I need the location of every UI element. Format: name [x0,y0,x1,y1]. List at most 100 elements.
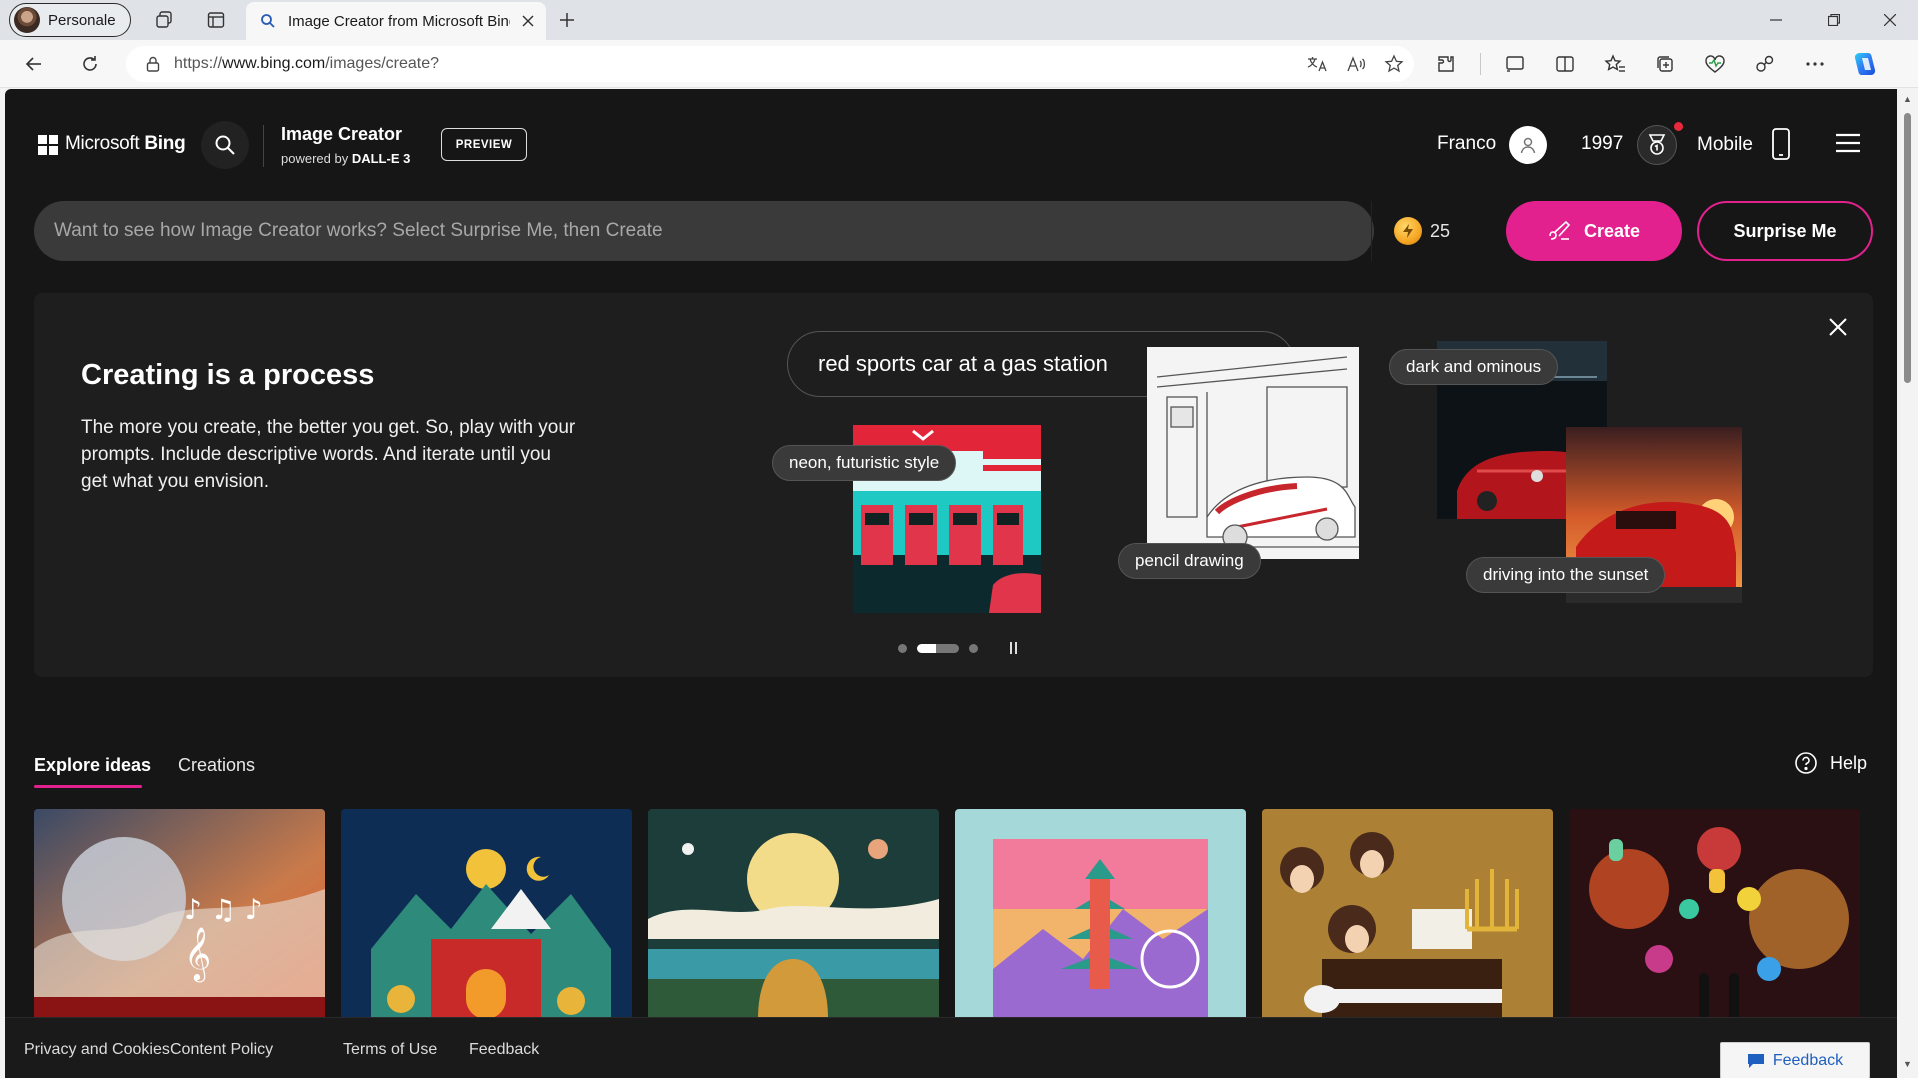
boosts-count: 25 [1430,220,1451,241]
page-scrollbar[interactable]: ▲ ▼ [1897,89,1918,1078]
close-card-icon[interactable] [1828,317,1848,337]
toolbar-separator [1480,53,1481,75]
help-button[interactable]: Help [1794,751,1867,775]
collections-icon[interactable] [1649,48,1681,80]
notification-dot [1674,122,1683,131]
card-title: Creating is a process [81,359,375,391]
refresh-icon [80,54,100,74]
lock-icon[interactable] [146,56,160,72]
workspaces-icon [154,10,174,30]
url-host: www.bing.com [222,55,326,72]
terms-of-use-link[interactable]: Terms of Use [343,1041,437,1059]
gallery-image-paper-pagoda[interactable] [955,809,1246,1019]
back-button[interactable] [16,48,52,80]
pause-icon[interactable] [1010,642,1017,654]
close-window-icon [1884,14,1896,26]
browser-tab-bar: Personale Image Creator from Microsoft B… [0,0,1918,40]
chip-dark-ominous: dark and ominous [1389,349,1559,385]
bing-image-creator-page: Microsoft Bing Image Creator powered by … [5,89,1897,1078]
chip-driving-sunset: driving into the sunset [1466,557,1666,593]
active-tab[interactable]: Image Creator from Microsoft Bing [246,2,546,40]
performance-icon[interactable] [1749,48,1781,80]
prompt-bar: 25 [34,201,1450,261]
profile-button[interactable]: Personale [9,3,131,37]
read-aloud-icon[interactable] [1346,55,1366,73]
scroll-down-icon[interactable]: ▼ [1902,1059,1913,1070]
site-header: Microsoft Bing Image Creator powered by … [5,89,1897,199]
url-path: /images/create? [325,55,440,72]
card-description: The more you create, the better you get.… [81,417,576,492]
mobile-phone-icon[interactable] [1771,127,1791,161]
carousel-indicator [898,642,1017,654]
favorite-star-icon[interactable] [1384,54,1404,74]
rewards-points[interactable]: 1997 [1581,133,1623,155]
boosts-counter[interactable]: 25 [1394,217,1450,245]
close-window-button[interactable] [1862,0,1918,40]
boost-coin-icon [1394,217,1422,245]
scroll-up-icon[interactable]: ▲ [1902,94,1913,105]
translate-icon[interactable] [1306,55,1328,73]
copilot-icon[interactable] [1849,48,1881,80]
carousel-dot-3[interactable] [969,643,978,653]
create-button[interactable]: Create [1506,201,1682,261]
header-divider [263,125,264,167]
gallery-image-felt-night-village[interactable] [341,809,632,1019]
restore-button[interactable] [1806,0,1862,40]
browser-essentials-icon[interactable] [1699,48,1731,80]
carousel-dot-1[interactable] [898,643,907,653]
gallery-image-art-nouveau-piano[interactable] [1262,809,1553,1019]
cast-icon[interactable] [1499,48,1531,80]
user-avatar[interactable] [1509,126,1547,164]
tab-title: Image Creator from Microsoft Bing [288,12,510,30]
subtitle-prefix: powered by [281,151,352,166]
more-options-icon[interactable] [1799,48,1831,80]
minimize-button[interactable] [1748,0,1804,40]
brand-prefix: Microsoft [65,133,145,154]
gallery-image-music-moon[interactable]: ♪ ♫ ♪ 𝄞 [34,809,325,1019]
bing-brand-link[interactable]: Microsoft Bing [65,133,186,155]
chip-neon-futuristic: neon, futuristic style [772,445,957,481]
favorites-icon[interactable] [1599,48,1631,80]
feedback-button-label: Feedback [1772,1051,1844,1069]
person-icon [1518,135,1538,155]
creating-is-a-process-card: Creating is a process The more you creat… [34,293,1873,677]
content-policy-link[interactable]: Content Policy [170,1041,273,1059]
close-tab-icon[interactable] [522,15,534,27]
create-label: Create [1583,220,1641,241]
explore-ideas-gallery: ♪ ♫ ♪ 𝄞 [34,809,1874,1019]
extensions-icon[interactable] [1430,48,1462,80]
microsoft-logo-icon[interactable] [38,135,58,155]
surprise-me-button[interactable]: Surprise Me [1697,201,1873,261]
prompt-divider [1371,201,1372,261]
refresh-button[interactable] [72,48,108,80]
carousel-dot-2[interactable] [917,643,959,653]
privacy-cookies-link[interactable]: Privacy and Cookies [24,1041,170,1059]
user-name[interactable]: Franco [1437,133,1496,155]
page-footer: Privacy and Cookies Content Policy Terms… [5,1017,1897,1078]
scroll-thumb[interactable] [1904,113,1911,383]
hamburger-menu-icon[interactable] [1835,133,1861,153]
mobile-label[interactable]: Mobile [1697,134,1753,156]
workspaces-button[interactable] [148,5,180,35]
profile-avatar [14,7,40,33]
new-tab-button[interactable] [551,5,583,35]
gallery-image-felt-moon-lake[interactable] [648,809,939,1019]
prompt-input[interactable] [54,201,1134,261]
split-screen-icon[interactable] [1549,48,1581,80]
rewards-button[interactable] [1637,125,1677,165]
feedback-button[interactable]: Feedback [1720,1042,1870,1078]
tab-explore-ideas[interactable]: Explore ideas [34,755,151,776]
address-field[interactable]: https://www.bing.com/images/create? [126,46,1414,82]
product-title[interactable]: Image Creator [281,124,402,145]
feedback-link[interactable]: Feedback [469,1041,539,1059]
search-button[interactable] [201,121,249,169]
minimize-icon [1770,14,1782,26]
vertical-tabs-button[interactable] [200,5,232,35]
gallery-image-lanterns[interactable] [1569,809,1860,1019]
tab-creations[interactable]: Creations [178,755,255,776]
chip-pencil-drawing: pencil drawing [1118,543,1261,579]
preview-badge: PREVIEW [441,128,527,161]
profile-label: Personale [48,11,116,29]
product-subtitle: powered by DALL-E 3 [281,151,410,166]
svg-text:♪ ♫ ♪: ♪ ♫ ♪ [184,893,263,926]
